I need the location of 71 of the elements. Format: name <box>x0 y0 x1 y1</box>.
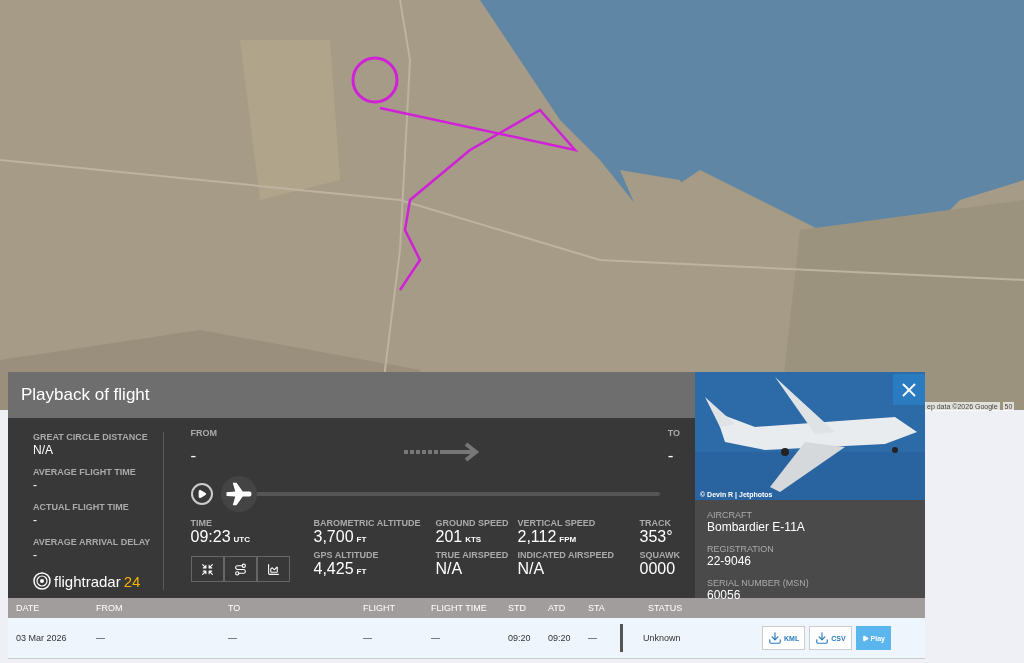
playback-track[interactable] <box>220 476 660 512</box>
route-arrow-icon <box>404 442 481 462</box>
readout-label: TRACK <box>639 518 672 528</box>
logo-number: 24 <box>123 572 141 590</box>
aircraft-label: SERIAL NUMBER (MSN) <box>707 578 810 588</box>
logo-text: flightradar <box>54 572 121 590</box>
playback-thumb[interactable] <box>220 476 257 512</box>
table-cell-text: 09:20 <box>547 633 572 643</box>
aircraft-value: 22-9046 <box>707 554 753 568</box>
aircraft-label: REGISTRATION <box>707 544 775 554</box>
column-header: DATE <box>15 603 41 613</box>
play-button[interactable] <box>190 483 213 505</box>
to-label: TO <box>667 428 680 438</box>
readout-label: TRUE AIRSPEED <box>435 550 510 560</box>
chart-button[interactable] <box>256 556 290 582</box>
status-cell: Unknown <box>620 624 681 652</box>
column-header: STD <box>507 603 527 613</box>
aircraft-value: Bombardier E-11A <box>707 520 806 534</box>
play-icon <box>861 634 869 642</box>
readout-label: GPS ALTITUDE <box>313 550 380 560</box>
column-header: FLIGHT TIME <box>430 603 488 613</box>
stat-label: AVERAGE ARRIVAL DELAY <box>33 537 152 547</box>
table-cell-text: — <box>95 633 106 643</box>
column-header: STATUS <box>647 603 684 613</box>
play-icon <box>196 489 207 499</box>
table-cell-text: 09:20 <box>507 633 532 643</box>
stat-label: ACTUAL FLIGHT TIME <box>33 502 130 512</box>
stat-label: AVERAGE FLIGHT TIME <box>33 467 137 477</box>
stat-value: - <box>33 513 38 527</box>
readout-value: 09:23 UTC <box>190 528 251 546</box>
readout-label: INDICATED AIRSPEED <box>517 550 615 560</box>
download-icon <box>815 631 830 645</box>
readout-label: SQUAWK <box>639 550 680 560</box>
radar-icon <box>33 572 51 590</box>
column-header: TO <box>227 603 242 613</box>
aircraft-value: 60056 <box>707 588 742 602</box>
readout-value: N/A <box>435 560 464 578</box>
stat-value: - <box>33 548 38 562</box>
from-value: - <box>190 446 198 466</box>
table-cell-text: — <box>430 633 441 643</box>
readout-value: 3,700 FT <box>313 528 368 546</box>
readout-label: TIME <box>190 518 213 528</box>
table-cell-text: — <box>227 633 238 643</box>
readout-value: 353° <box>639 528 674 546</box>
route-icon <box>233 562 247 576</box>
readout-label: VERTICAL SPEED <box>517 518 597 528</box>
column-header: FLIGHT <box>362 603 396 613</box>
column-header: FROM <box>95 603 124 613</box>
readout-label: BAROMETRIC ALTITUDE <box>313 518 422 528</box>
from-label: FROM <box>190 428 217 438</box>
readout-value: 0000 <box>639 560 677 578</box>
table-cell-text: 03 Mar 2026 <box>15 633 68 643</box>
stat-label: GREAT CIRCLE DISTANCE <box>33 432 149 442</box>
stat-value: - <box>33 478 38 492</box>
readout-label: GROUND SPEED <box>435 518 510 528</box>
column-header: ATD <box>547 603 567 613</box>
readout-value: N/A <box>517 560 546 578</box>
collapse-button[interactable] <box>190 556 224 582</box>
readout-value: 4,425 FT <box>313 560 368 578</box>
readout-value: 2,112 FPM <box>517 528 578 546</box>
aircraft-label: AIRCRAFT <box>707 510 753 520</box>
table-cell-text: — <box>587 633 598 643</box>
download-icon <box>768 631 782 645</box>
column-header: STA <box>587 603 606 613</box>
readout-value: 201 KTS <box>435 528 483 546</box>
route-button[interactable] <box>223 556 257 582</box>
area-chart-icon <box>266 562 280 576</box>
table-cell-text: — <box>362 633 373 643</box>
to-value: - <box>667 446 675 466</box>
shrink-icon <box>200 562 214 576</box>
stat-value: N/A <box>33 443 54 457</box>
